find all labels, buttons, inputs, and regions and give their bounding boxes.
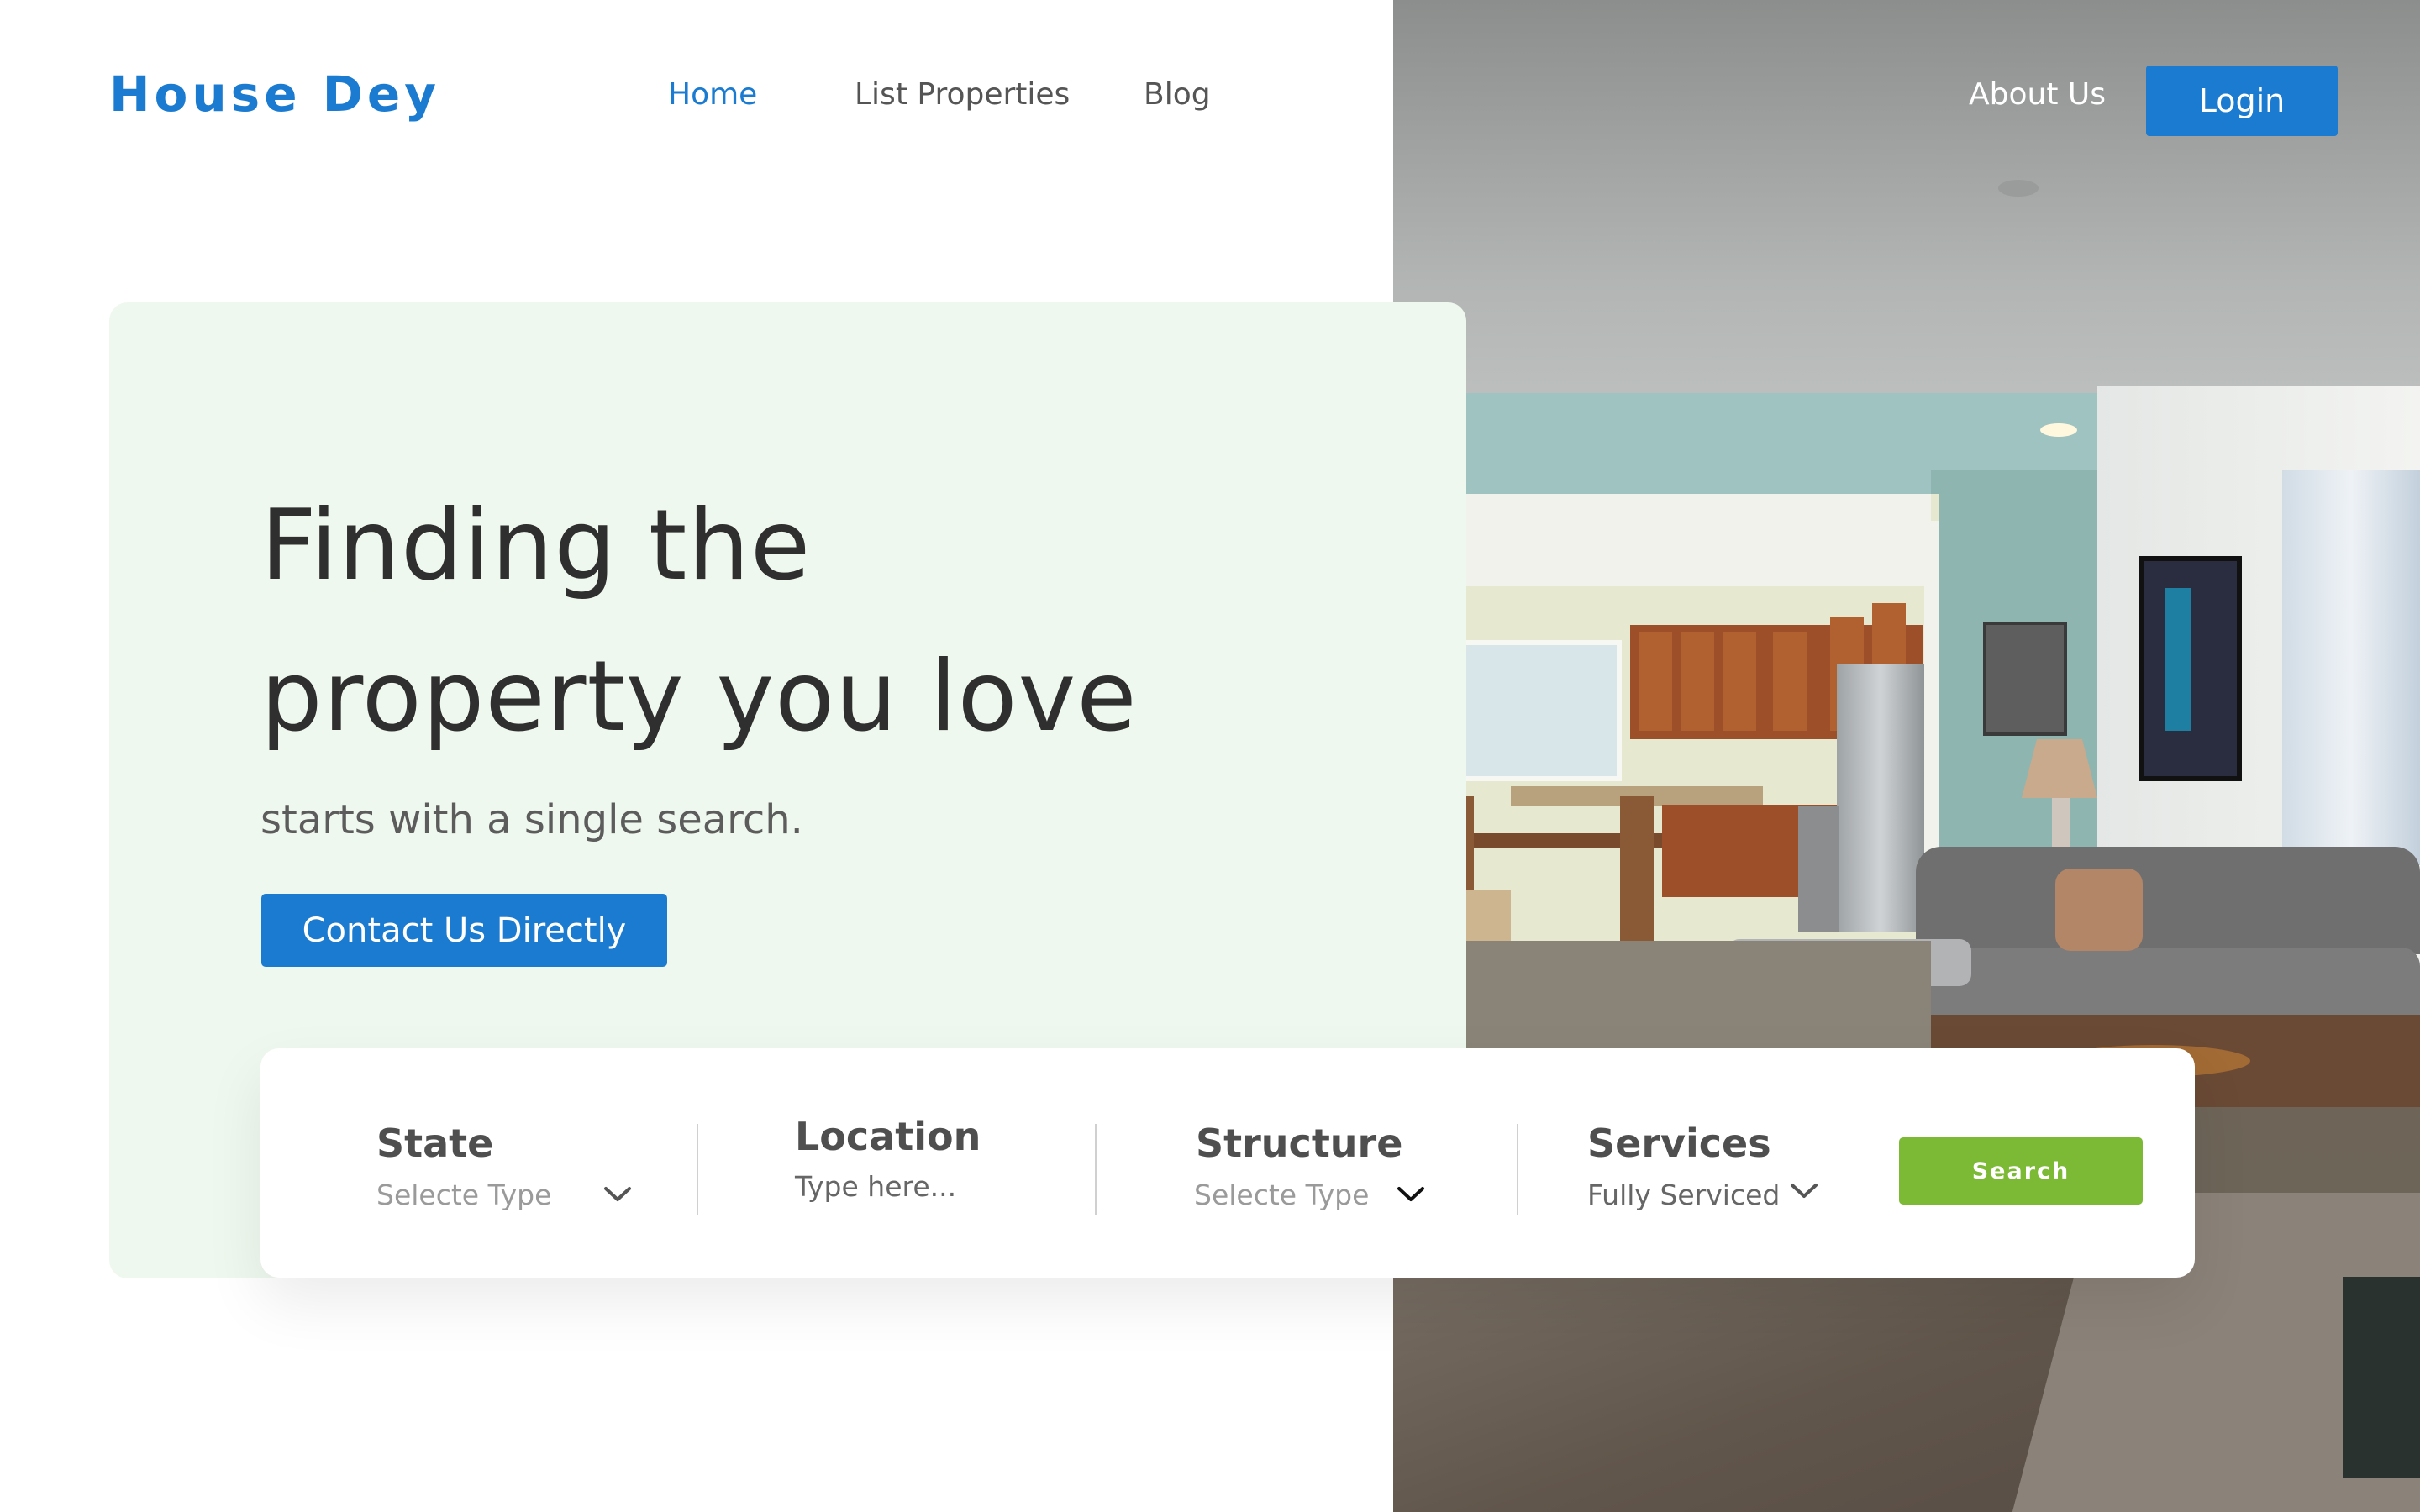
services-value: Fully Serviced xyxy=(1587,1179,1781,1211)
hero-headline-line-2: property you love xyxy=(260,640,1138,753)
structure-label: Structure xyxy=(1196,1121,1403,1166)
hero-subline: starts with a single search. xyxy=(260,796,803,843)
structure-select[interactable]: Structure Selecte Type xyxy=(1097,1048,1517,1278)
field-divider xyxy=(697,1124,698,1215)
chevron-down-icon xyxy=(1791,1184,1818,1198)
nav-list-properties[interactable]: List Properties xyxy=(855,77,1070,112)
chevron-down-icon xyxy=(604,1187,631,1201)
state-select[interactable]: State Selecte Type xyxy=(260,1048,697,1278)
nav-about-us[interactable]: About Us xyxy=(1969,77,2106,112)
location-label: Location xyxy=(795,1114,981,1159)
contact-us-button[interactable]: Contact Us Directly xyxy=(261,894,667,967)
state-label: State xyxy=(376,1121,494,1166)
nav-blog[interactable]: Blog xyxy=(1144,77,1211,112)
services-select[interactable]: Services Fully Serviced xyxy=(1518,1048,1888,1278)
brand-logo[interactable]: House Dey xyxy=(109,66,440,123)
structure-value: Selecte Type xyxy=(1194,1179,1370,1211)
search-button[interactable]: Search xyxy=(1899,1137,2143,1205)
hero-headline-line-1: Finding the xyxy=(260,489,812,602)
location-placeholder: Type here... xyxy=(795,1170,957,1203)
hero-headline: Finding the property you love xyxy=(260,470,1138,773)
login-button[interactable]: Login xyxy=(2146,66,2338,136)
nav-home[interactable]: Home xyxy=(668,77,757,112)
services-label: Services xyxy=(1587,1121,1771,1166)
property-search-bar: State Selecte Type Location Type here...… xyxy=(260,1048,2195,1278)
state-value: Selecte Type xyxy=(376,1179,552,1211)
hero-photo xyxy=(1393,0,2420,1512)
chevron-down-icon xyxy=(1397,1187,1424,1201)
